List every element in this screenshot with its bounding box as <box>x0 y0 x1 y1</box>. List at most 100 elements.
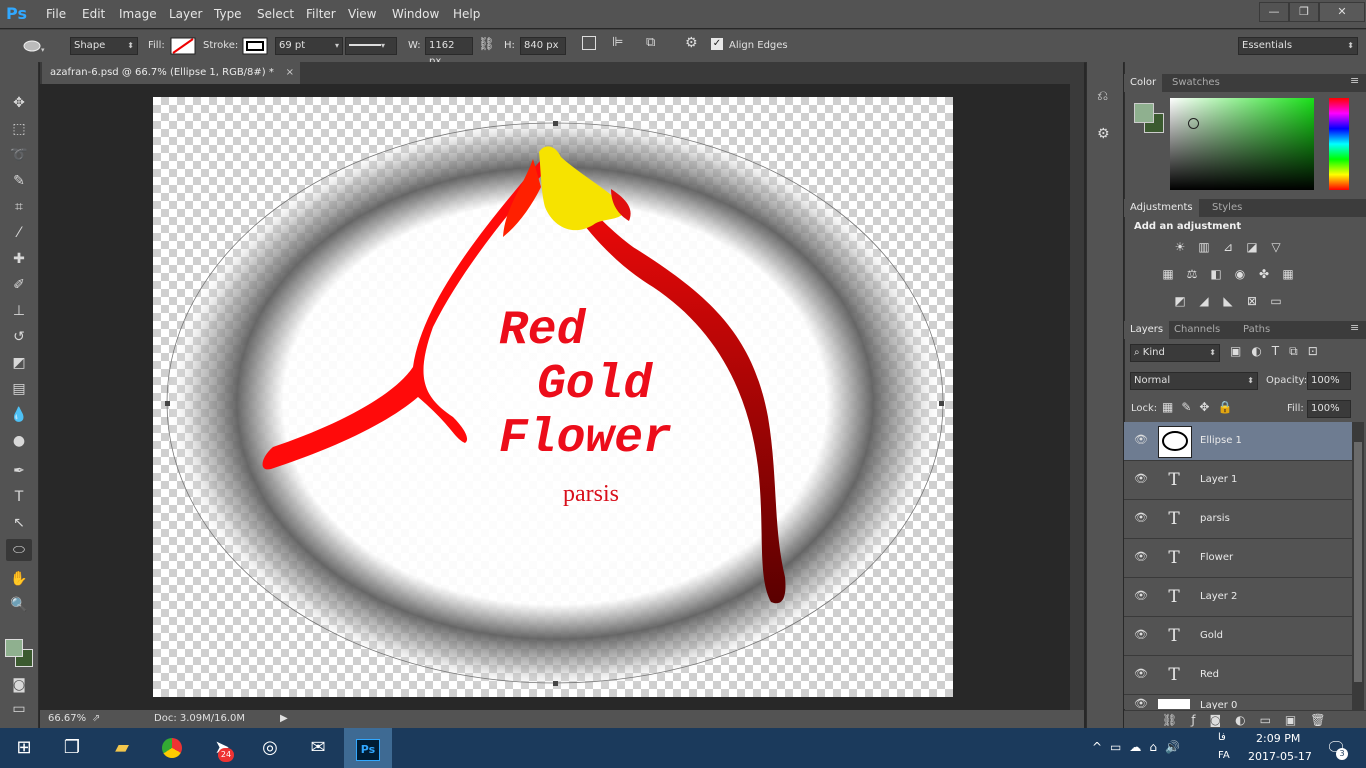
language-indicator[interactable]: FA <box>1218 750 1230 761</box>
layer-row-ellipse-1[interactable]: 👁 Ellipse 1 <box>1124 422 1352 461</box>
clock-time[interactable]: 2:09 PM <box>1256 732 1300 745</box>
quick-select-tool-icon[interactable]: ✎ <box>6 170 32 192</box>
menu-view[interactable]: View <box>348 0 376 28</box>
tab-swatches[interactable]: Swatches <box>1166 74 1226 92</box>
ellipse-tool-icon[interactable]: ▾ <box>20 38 46 54</box>
dodge-tool-icon[interactable]: ● <box>6 430 32 452</box>
layer-row-layer-0[interactable]: 👁 Layer 0 <box>1124 695 1352 709</box>
invert-icon[interactable]: ◩ <box>1172 294 1188 308</box>
vibrance-icon[interactable]: ▽ <box>1268 240 1284 254</box>
eraser-tool-icon[interactable]: ◩ <box>6 352 32 374</box>
task-view-icon[interactable]: ❐ <box>48 728 96 768</box>
fill-field[interactable]: 100% <box>1307 400 1351 418</box>
app-circle-icon[interactable]: ◎ <box>246 728 294 768</box>
tab-layers[interactable]: Layers <box>1124 321 1170 339</box>
history-brush-tool-icon[interactable]: ↺ <box>6 326 32 348</box>
pen-tool-icon[interactable]: ✒ <box>6 460 32 482</box>
stroke-size-field[interactable]: 69 pt ▾ <box>275 37 343 55</box>
path-arrangement-icon[interactable]: ⧉ <box>646 35 655 50</box>
close-icon[interactable]: × <box>286 62 294 84</box>
color-lookup-icon[interactable]: ▦ <box>1280 267 1296 281</box>
tab-paths[interactable]: Paths <box>1237 321 1276 339</box>
tab-channels[interactable]: Channels <box>1168 321 1226 339</box>
language-indicator-fa[interactable]: فا <box>1218 732 1226 743</box>
hand-tool-icon[interactable]: ✋ <box>6 568 32 590</box>
layer-row-gold[interactable]: 👁 T Gold <box>1124 617 1352 656</box>
history-panel-icon[interactable]: ⎌ <box>1097 88 1108 104</box>
posterize-icon[interactable]: ◢ <box>1196 294 1212 308</box>
hue-slider[interactable] <box>1329 98 1349 190</box>
gear-icon[interactable]: ⚙ <box>685 35 698 51</box>
healing-brush-tool-icon[interactable]: ✚ <box>6 248 32 270</box>
menu-edit[interactable]: Edit <box>82 0 105 28</box>
clone-stamp-tool-icon[interactable]: ⊥ <box>6 300 32 322</box>
anchor-point-top[interactable] <box>553 121 558 126</box>
black-white-icon[interactable]: ◧ <box>1208 267 1224 281</box>
zoom-level[interactable]: 66.67% <box>48 710 86 728</box>
color-foreground-swatch[interactable] <box>1134 103 1154 123</box>
panel-menu-icon[interactable]: ≡ <box>1350 321 1359 334</box>
path-select-tool-icon[interactable]: ↖ <box>6 512 32 534</box>
move-tool-icon[interactable]: ✥ <box>6 92 32 114</box>
photo-filter-icon[interactable]: ◉ <box>1232 267 1248 281</box>
lock-icons[interactable]: ▦✎✥🔒 <box>1162 400 1240 414</box>
menu-image[interactable]: Image <box>119 0 157 28</box>
ellipse-tool-icon[interactable]: ⬭ <box>6 539 32 561</box>
minimize-button[interactable]: — <box>1259 2 1289 22</box>
status-menu-arrow-icon[interactable]: ▶ <box>280 710 288 728</box>
menu-layer[interactable]: Layer <box>169 0 202 28</box>
quick-mask-icon[interactable]: ◙ <box>6 674 32 696</box>
levels-icon[interactable]: ▥ <box>1196 240 1212 254</box>
eye-icon[interactable]: 👁 <box>1134 589 1148 603</box>
stroke-type-select[interactable]: ▾ <box>345 37 397 55</box>
layer-row-layer-2[interactable]: 👁 T Layer 2 <box>1124 578 1352 617</box>
eyedropper-tool-icon[interactable]: ⁄ <box>6 222 32 244</box>
anchor-point-bottom[interactable] <box>553 681 558 686</box>
restore-button[interactable]: ❐ <box>1289 2 1319 22</box>
height-field[interactable]: 840 px <box>520 37 566 55</box>
menu-help[interactable]: Help <box>453 0 480 28</box>
eye-icon[interactable]: 👁 <box>1134 472 1148 486</box>
align-edges-checkbox[interactable]: ✓ <box>711 38 723 50</box>
photoshop-taskbar-icon[interactable]: Ps <box>344 728 392 768</box>
gradient-tool-icon[interactable]: ▤ <box>6 378 32 400</box>
eye-icon[interactable]: 👁 <box>1134 667 1148 681</box>
mail-icon[interactable]: ✉ <box>294 728 342 768</box>
color-picker-field[interactable] <box>1170 98 1314 190</box>
workspace-select[interactable]: Essentials ⬍ <box>1238 37 1358 55</box>
layer-row-parsis[interactable]: 👁 T parsis <box>1124 500 1352 539</box>
panel-menu-icon[interactable]: ≡ <box>1350 74 1359 87</box>
brush-tool-icon[interactable]: ✐ <box>6 274 32 296</box>
close-button[interactable]: ✕ <box>1319 2 1365 22</box>
screen-mode-icon[interactable]: ▭ <box>6 698 32 720</box>
layers-scrollbar[interactable] <box>1352 422 1364 710</box>
menu-select[interactable]: Select <box>257 0 294 28</box>
vertical-scrollbar[interactable] <box>1070 84 1084 710</box>
share-icon[interactable]: ⇗ <box>92 710 100 728</box>
tab-styles[interactable]: Styles <box>1206 199 1248 217</box>
marquee-tool-icon[interactable]: ⬚ <box>6 118 32 140</box>
stroke-swatch[interactable] <box>242 37 268 55</box>
curves-icon[interactable]: ⊿ <box>1220 240 1236 254</box>
selective-color-icon[interactable]: ⊠ <box>1244 294 1260 308</box>
document-tab[interactable]: azafran-6.psd @ 66.7% (Ellipse 1, RGB/8#… <box>42 62 300 84</box>
properties-panel-icon[interactable]: ⚙ <box>1097 126 1110 142</box>
anchor-point-left[interactable] <box>165 401 170 406</box>
shape-mode-select[interactable]: Shape ⬍ <box>70 37 138 55</box>
eye-icon[interactable]: 👁 <box>1134 628 1148 642</box>
windows-start-icon[interactable]: ⊞ <box>0 728 48 768</box>
color-picker-cursor[interactable] <box>1188 118 1199 129</box>
brightness-icon[interactable]: ☀ <box>1172 240 1188 254</box>
lasso-tool-icon[interactable]: ➰ <box>6 144 32 166</box>
eye-icon[interactable]: 👁 <box>1134 433 1148 447</box>
blend-mode-select[interactable]: Normal ⬍ <box>1130 372 1258 390</box>
document-canvas[interactable]: Red Gold Flower parsis <box>153 97 953 697</box>
menu-type[interactable]: Type <box>214 0 242 28</box>
menu-window[interactable]: Window <box>392 0 439 28</box>
zoom-tool-icon[interactable]: 🔍 <box>6 594 32 616</box>
layers-footer-icons[interactable]: ⛓ƒ◙◐▭▣🗑 <box>1124 710 1366 728</box>
opacity-field[interactable]: 100% <box>1307 372 1351 390</box>
type-tool-icon[interactable]: T <box>6 486 32 508</box>
tab-adjustments[interactable]: Adjustments <box>1124 199 1199 217</box>
eye-icon[interactable]: 👁 <box>1134 550 1148 564</box>
